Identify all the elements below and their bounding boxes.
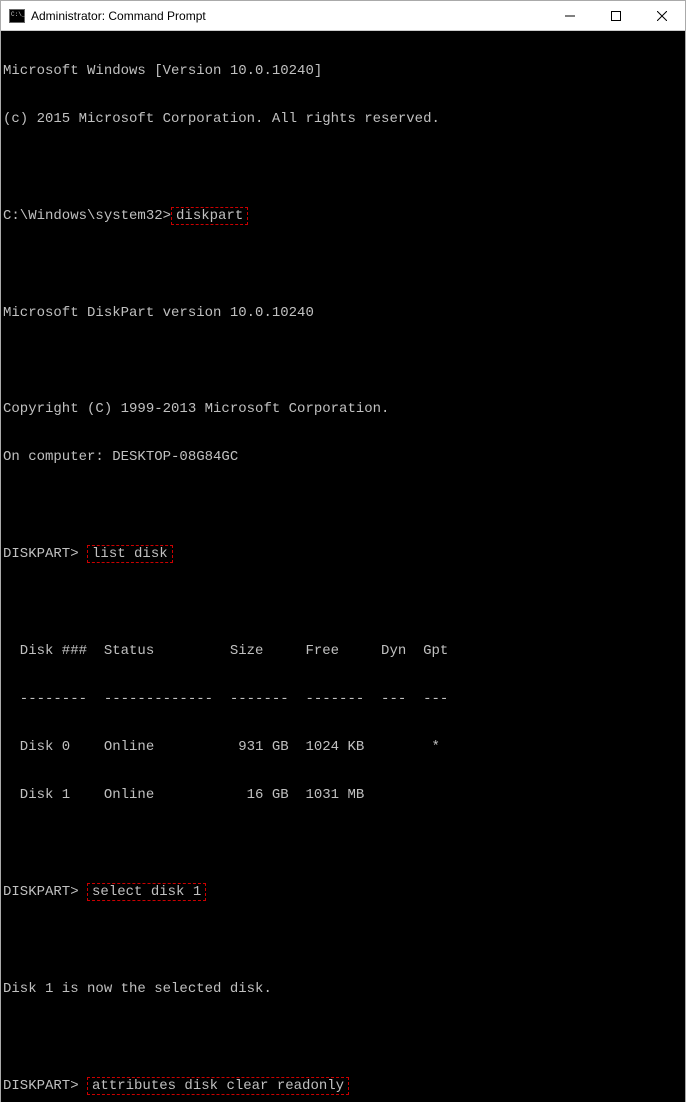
close-button[interactable] [639, 1, 685, 30]
output-line: (c) 2015 Microsoft Corporation. All righ… [1, 111, 685, 127]
command-attributes-clear: attributes disk clear readonly [87, 1077, 349, 1095]
output-line: Microsoft DiskPart version 10.0.10240 [1, 305, 685, 321]
blank-line [1, 353, 685, 369]
output-line: Disk 1 is now the selected disk. [1, 981, 685, 997]
window-title: Administrator: Command Prompt [31, 9, 547, 23]
blank-line [1, 159, 685, 175]
output-line: Microsoft Windows [Version 10.0.10240] [1, 63, 685, 79]
table-row: Disk 0 Online 931 GB 1024 KB * [1, 739, 685, 755]
output-line: Copyright (C) 1999-2013 Microsoft Corpor… [1, 401, 685, 417]
blank-line [1, 595, 685, 611]
minimize-button[interactable] [547, 1, 593, 30]
diskpart-prompt: DISKPART> [3, 884, 87, 900]
blank-line [1, 497, 685, 513]
prompt-line: DISKPART> list disk [1, 545, 685, 563]
cmd-icon [9, 9, 25, 23]
window-controls [547, 1, 685, 30]
table-header: Disk ### Status Size Free Dyn Gpt [1, 643, 685, 659]
terminal-output[interactable]: Microsoft Windows [Version 10.0.10240] (… [1, 31, 685, 1102]
prompt-prefix: C:\Windows\system32> [3, 208, 171, 224]
diskpart-prompt: DISKPART> [3, 1078, 87, 1094]
diskpart-prompt: DISKPART> [3, 546, 87, 562]
blank-line [1, 1029, 685, 1045]
blank-line [1, 933, 685, 949]
blank-line [1, 257, 685, 273]
prompt-line: C:\Windows\system32>diskpart [1, 207, 685, 225]
table-row: Disk 1 Online 16 GB 1031 MB [1, 787, 685, 803]
prompt-line: DISKPART> attributes disk clear readonly [1, 1077, 685, 1095]
table-divider: -------- ------------- ------- ------- -… [1, 691, 685, 707]
command-select-disk: select disk 1 [87, 883, 206, 901]
titlebar[interactable]: Administrator: Command Prompt [1, 1, 685, 31]
prompt-line: DISKPART> select disk 1 [1, 883, 685, 901]
command-prompt-window: Administrator: Command Prompt Microsoft … [0, 0, 686, 1102]
output-line: On computer: DESKTOP-08G84GC [1, 449, 685, 465]
blank-line [1, 835, 685, 851]
command-diskpart: diskpart [171, 207, 248, 225]
command-list-disk: list disk [87, 545, 173, 563]
maximize-button[interactable] [593, 1, 639, 30]
